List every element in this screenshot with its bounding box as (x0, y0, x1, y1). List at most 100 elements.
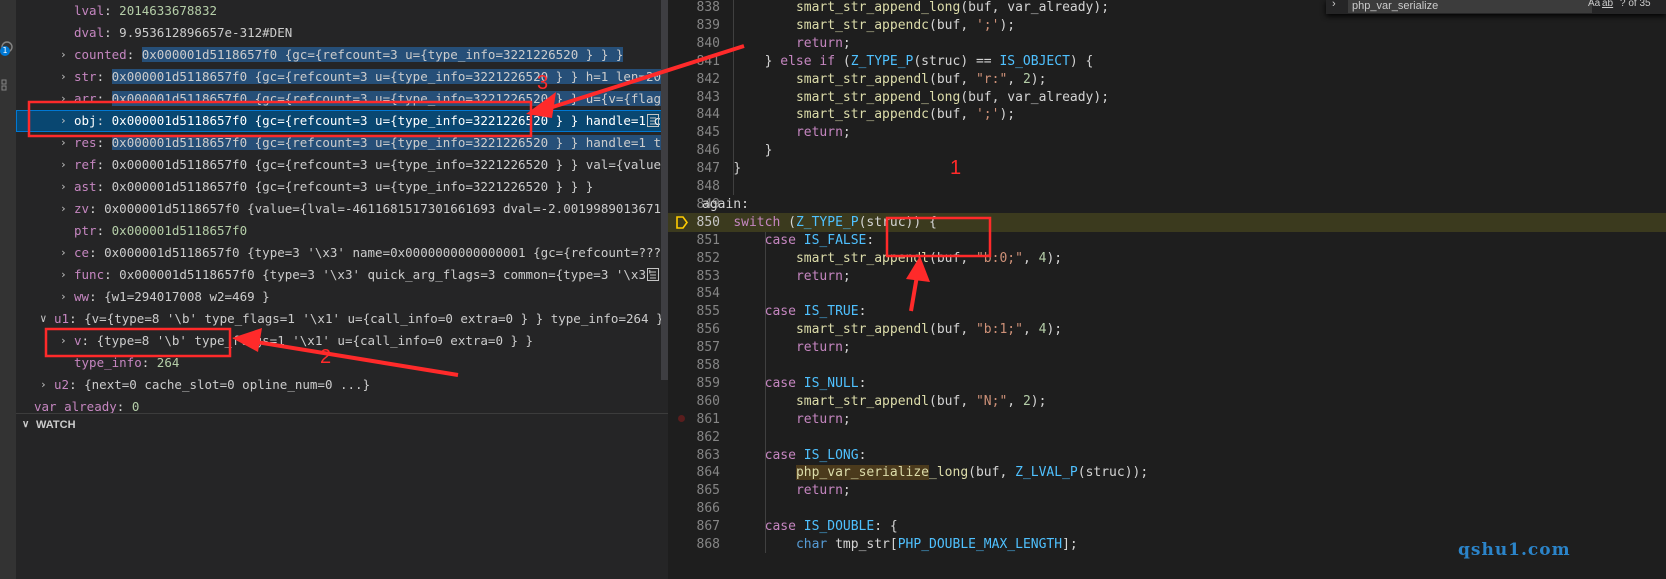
code-line[interactable]: 848 (668, 177, 1666, 196)
watch-section-header[interactable]: ∨ WATCH (16, 414, 668, 436)
variable-row-ce[interactable]: › ce: 0x000001d5118657f0 {type=3 '\x3' na… (16, 242, 668, 264)
code-line[interactable]: 855 case IS_TRUE: (668, 302, 1666, 321)
variable-row-dval[interactable]: dval: 9.953612896657e-312#DEN (16, 22, 668, 44)
variable-row-func[interactable]: › func: 0x000001d5118657f0 {type=3 '\x3' … (16, 264, 668, 286)
code-line[interactable]: 852 smart_str_appendl(buf, "b:0;", 4); (668, 249, 1666, 268)
toggle-replace-chevron-icon[interactable]: › (1332, 0, 1336, 10)
variable-row-type-info[interactable]: type_info: 264 (16, 352, 668, 374)
code-line[interactable]: 840 return; (668, 34, 1666, 53)
variable-name: ww (74, 289, 90, 304)
variable-value: 0x000001d5118657f0 {type=3 '\x3' quick_a… (119, 267, 668, 282)
variable-row-str[interactable]: › str: 0x000001d5118657f0 {gc={refcount=3… (16, 66, 668, 88)
variable-row-counted[interactable]: › counted: 0x000001d5118657f0 {gc={refcou… (16, 44, 668, 66)
code-line[interactable]: 863 case IS_LONG: (668, 446, 1666, 465)
chevron-right-icon[interactable]: › (40, 374, 50, 396)
chevron-right-icon[interactable]: › (60, 132, 70, 154)
variable-row-arr[interactable]: › arr: 0x000001d5118657f0 {gc={refcount=3… (16, 88, 668, 110)
line-number: 857 (696, 340, 720, 356)
variables-tree[interactable]: lval: 2014633678832 dval: 9.953612896657e… (16, 0, 668, 413)
extensions-icon[interactable] (0, 78, 14, 92)
line-number: 842 (696, 71, 720, 87)
view-binary-data-icon[interactable] (647, 268, 659, 281)
code-line[interactable]: 844 smart_str_appendc(buf, ';'); (668, 105, 1666, 124)
code-line[interactable]: 841} else if (Z_TYPE_P(struc) == IS_OBJE… (668, 52, 1666, 71)
variable-value: 0 (131, 399, 140, 413)
line-number: 853 (696, 268, 720, 284)
code-line[interactable]: 839 smart_str_appendc(buf, ';'); (668, 16, 1666, 35)
match-case-option[interactable]: Aa (1588, 0, 1600, 9)
variable-row-ast[interactable]: › ast: 0x000001d5118657f0 {gc={refcount=3… (16, 176, 668, 198)
code-line[interactable]: 851 case IS_FALSE: (668, 231, 1666, 250)
chevron-right-icon[interactable]: › (60, 44, 70, 66)
variable-text: ref: 0x000001d5118657f0 {gc={refcount=3 … (74, 154, 668, 176)
variable-row-res[interactable]: › res: 0x000001d5118657f0 {gc={refcount=3… (16, 132, 668, 154)
code-line[interactable]: 843 smart_str_append_long(buf, var_alread… (668, 88, 1666, 107)
line-number: 852 (696, 250, 720, 266)
code-line[interactable]: 861 return; (668, 410, 1666, 429)
variable-value: 0x000001d5118657f0 {gc={refcount=3 u={ty… (111, 135, 668, 150)
variable-row-ww[interactable]: › ww: {w1=294017008 w2=469 } (16, 286, 668, 308)
code-line[interactable]: 858 (668, 356, 1666, 375)
code-line[interactable]: 854 (668, 284, 1666, 303)
code-line[interactable]: 842 smart_str_appendl(buf, "r:", 2); (668, 70, 1666, 89)
code-line[interactable]: 853 return; (668, 267, 1666, 286)
chevron-right-icon[interactable]: › (60, 264, 70, 286)
code-line[interactable]: 849 again: (668, 195, 1666, 214)
line-number: 841 (696, 53, 720, 69)
variable-row-u1[interactable]: ∨ u1: {v={type=8 '\b' type_flags=1 '\x1' … (16, 308, 668, 330)
find-input[interactable]: php_var_serialize (1348, 0, 1592, 13)
code-line[interactable]: 862 (668, 428, 1666, 447)
variable-name: res (74, 135, 97, 150)
code-line[interactable]: 860 smart_str_appendl(buf, "N;", 2); (668, 392, 1666, 411)
code-line[interactable]: 859 case IS_NULL: (668, 374, 1666, 393)
variable-row-var-already[interactable]: var_already: 0 (16, 396, 668, 413)
code-line[interactable]: 864 php_var_serialize_long(buf, Z_LVAL_P(… (668, 463, 1666, 482)
code-text: return; (795, 35, 851, 51)
variable-row-u2[interactable]: › u2: {next=0 cache_slot=0 opline_num=0 .… (16, 374, 668, 396)
variable-row-ref[interactable]: › ref: 0x000001d5118657f0 {gc={refcount=3… (16, 154, 668, 176)
code-line[interactable]: 846} (668, 141, 1666, 160)
variable-row-ptr[interactable]: ptr: 0x000001d5118657f0 (16, 220, 668, 242)
variables-scrollbar[interactable] (661, 0, 668, 380)
code-line[interactable]: 867 case IS_DOUBLE: { (668, 517, 1666, 536)
code-line[interactable]: 856 smart_str_appendl(buf, "b:1;", 4); (668, 320, 1666, 339)
current-statement-arrow-icon[interactable] (676, 215, 688, 229)
variable-text: arr: 0x000001d5118657f0 {gc={refcount=3 … (74, 88, 668, 110)
variable-row-lval[interactable]: lval: 2014633678832 (16, 0, 668, 22)
code-line[interactable]: 866 (668, 499, 1666, 518)
code-line[interactable]: 857 return; (668, 338, 1666, 357)
code-editor[interactable]: 838 smart_str_append_long(buf, var_alread… (668, 0, 1666, 579)
variable-value: 2014633678832 (119, 3, 218, 18)
breakpoint-hint-icon[interactable] (678, 414, 685, 422)
code-text: return; (795, 411, 851, 427)
variable-row-v[interactable]: › v: {type=8 '\b' type_flags=1 '\x1' u={c… (16, 330, 668, 352)
variable-name: str (74, 69, 97, 84)
chevron-right-icon[interactable]: › (60, 110, 70, 132)
code-line[interactable]: 845 return; (668, 123, 1666, 142)
variable-value: {w1=294017008 w2=469 } (104, 289, 270, 304)
variable-text: type_info: 264 (74, 355, 180, 370)
line-number: 855 (696, 304, 720, 320)
chevron-right-icon[interactable]: › (60, 286, 70, 308)
chevron-right-icon[interactable]: › (60, 198, 70, 220)
code-line[interactable]: 850 switch (Z_TYPE_P(struc)) { (668, 212, 1666, 232)
chevron-right-icon[interactable]: › (60, 88, 70, 110)
variable-text: var_already: 0 (34, 399, 140, 413)
chevron-right-icon[interactable]: › (60, 242, 70, 264)
code-line[interactable]: 847} (668, 159, 1666, 178)
match-count: ? of 35 (1620, 0, 1651, 9)
whole-word-option[interactable]: ab (1602, 0, 1613, 9)
line-number: 843 (696, 89, 720, 105)
variable-row-obj[interactable]: › obj: 0x000001d5118657f0 {gc={refcount=3… (16, 110, 668, 132)
chevron-right-icon[interactable]: › (60, 330, 70, 352)
view-binary-data-icon[interactable] (647, 114, 659, 127)
chevron-down-icon[interactable]: ∨ (40, 308, 50, 330)
variable-text: u1: {v={type=8 '\b' type_flags=1 '\x1' u… (54, 311, 664, 326)
variable-row-zv[interactable]: › zv: 0x000001d5118657f0 {value={lval=-46… (16, 198, 668, 220)
chevron-right-icon[interactable]: › (60, 66, 70, 88)
code-line[interactable]: 865 return; (668, 481, 1666, 500)
line-number: 862 (696, 429, 720, 445)
chevron-right-icon[interactable]: › (60, 176, 70, 198)
variable-name: counted (74, 47, 127, 62)
chevron-right-icon[interactable]: › (60, 154, 70, 176)
